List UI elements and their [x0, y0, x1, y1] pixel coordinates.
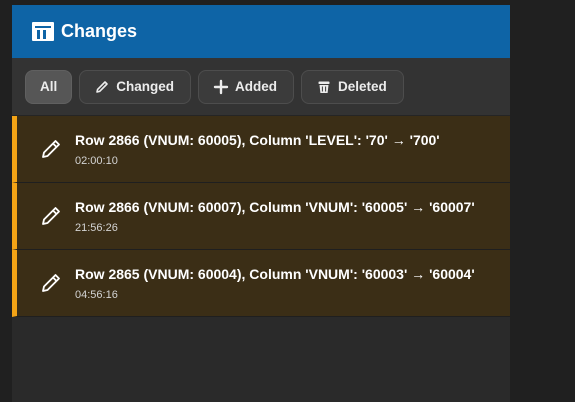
change-item[interactable]: Row 2865 (VNUM: 60004), Column 'VNUM': '… [12, 250, 510, 317]
panel-header: Changes [12, 5, 510, 58]
pencil-icon [38, 136, 64, 162]
filter-all-button[interactable]: All [25, 69, 73, 104]
change-timestamp: 21:56:26 [75, 221, 118, 234]
pencil-icon [94, 79, 110, 95]
change-message: Row 2866 (VNUM: 60007), Column 'VNUM': '… [75, 198, 475, 215]
changes-panel: Changes All Changed Added Deleted Row 28… [12, 5, 510, 402]
filter-changed-button[interactable]: Changed [79, 69, 192, 104]
table-chart-icon [32, 22, 54, 41]
trash-icon [316, 79, 332, 95]
filter-changed-label: Changed [116, 79, 175, 94]
change-timestamp: 02:00:10 [75, 154, 118, 167]
panel-title: Changes [61, 21, 138, 41]
change-item[interactable]: Row 2866 (VNUM: 60005), Column 'LEVEL': … [12, 116, 510, 183]
change-message: Row 2866 (VNUM: 60005), Column 'LEVEL': … [75, 131, 440, 148]
change-item[interactable]: Row 2866 (VNUM: 60007), Column 'VNUM': '… [12, 183, 510, 250]
plus-icon [213, 79, 229, 95]
change-message: Row 2865 (VNUM: 60004), Column 'VNUM': '… [75, 265, 475, 282]
change-timestamp: 04:56:16 [75, 288, 118, 301]
filter-all-label: All [40, 79, 58, 94]
filter-added-button[interactable]: Added [198, 69, 295, 104]
filter-deleted-button[interactable]: Deleted [301, 69, 404, 104]
changes-list: Row 2866 (VNUM: 60005), Column 'LEVEL': … [12, 116, 510, 317]
filter-deleted-label: Deleted [338, 79, 387, 94]
filter-toolbar: All Changed Added Deleted [12, 58, 510, 116]
pencil-icon [38, 203, 64, 229]
filter-added-label: Added [235, 79, 278, 94]
pencil-icon [38, 270, 64, 296]
